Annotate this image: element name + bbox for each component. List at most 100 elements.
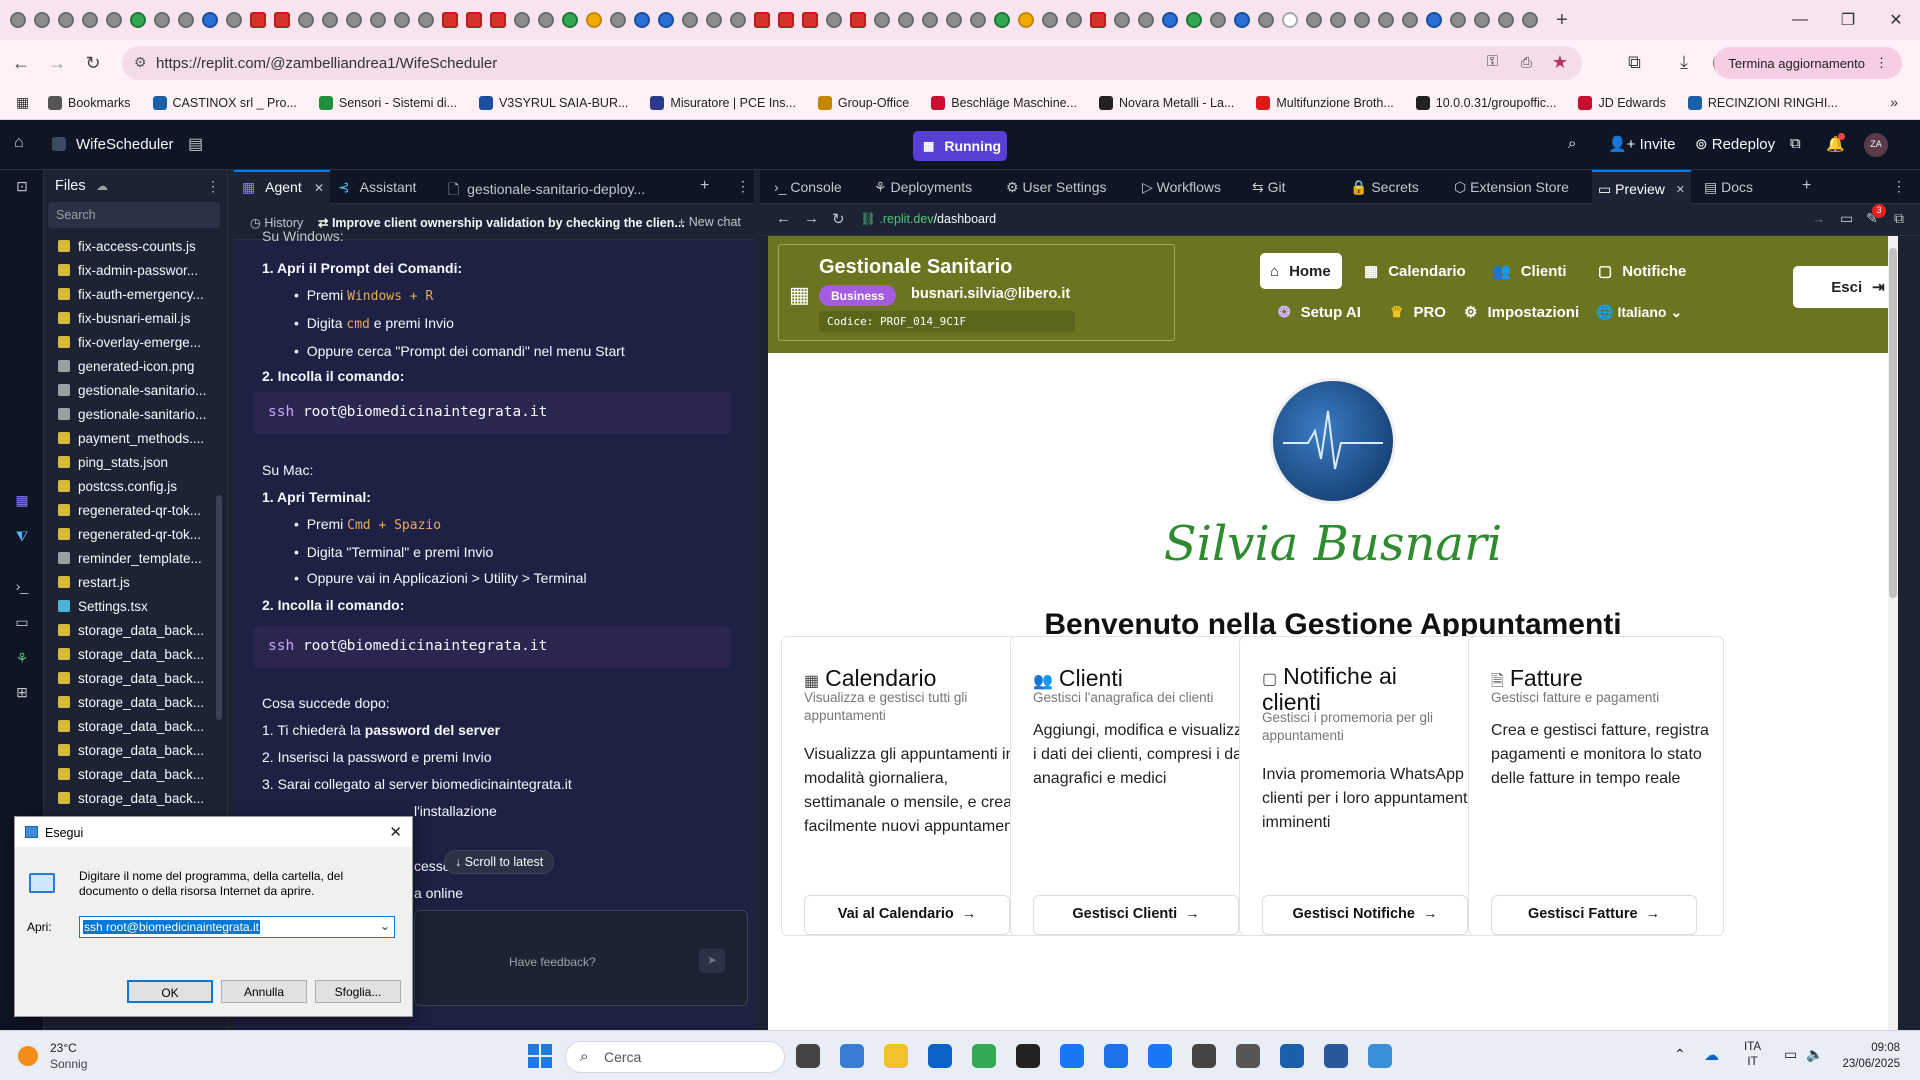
tab-git[interactable]: ⇆ Git <box>1252 179 1286 196</box>
bookmark-item[interactable]: JD Edwards <box>1578 95 1666 110</box>
browser-tab-favicon[interactable] <box>346 12 362 28</box>
browse-button[interactable]: Sfoglia... <box>315 980 401 1003</box>
browser-tab-favicon[interactable] <box>82 12 98 28</box>
app-icon[interactable] <box>840 1044 864 1068</box>
file-viewer-icon[interactable] <box>796 1044 820 1068</box>
browser-tab-favicon[interactable] <box>850 12 866 28</box>
nav-clienti[interactable]: 👥 Clienti <box>1482 253 1577 289</box>
update-button[interactable]: Termina aggiornamento ⋮ <box>1714 47 1902 79</box>
volume-icon[interactable]: 🔈 <box>1806 1046 1823 1063</box>
code-block-mac[interactable]: ssh root@biomedicinaintegrata.it <box>254 626 730 668</box>
open-arrow-icon[interactable]: → <box>1812 211 1825 226</box>
forward-icon[interactable]: → <box>42 53 72 74</box>
start-button[interactable] <box>528 1044 552 1068</box>
browser-tab-favicon[interactable] <box>226 12 242 28</box>
address-bar[interactable]: ⚙ https://replit.com/@zambelliandrea1/Wi… <box>122 46 1582 80</box>
browser-tab-favicon[interactable] <box>1402 12 1418 28</box>
browser-tab-favicon[interactable] <box>106 12 122 28</box>
tab-menu-icon[interactable]: ⋮ <box>736 178 750 195</box>
project-name[interactable]: WifeScheduler <box>76 136 174 153</box>
tab-agent[interactable]: ▦ Agent ✕ <box>234 170 330 204</box>
all-tools-icon[interactable]: ⊞ <box>14 684 30 700</box>
browser-tab-favicon[interactable] <box>1114 12 1130 28</box>
browser-tab-favicon[interactable] <box>1522 12 1538 28</box>
browser-tab-favicon[interactable] <box>706 12 722 28</box>
agent-input-box[interactable]: Have feedback? ➤ <box>414 910 748 1006</box>
files-menu-icon[interactable]: ⋮ <box>206 178 220 195</box>
browser-tab-favicon[interactable] <box>922 12 938 28</box>
bookmark-item[interactable]: Bookmarks <box>48 95 131 110</box>
browser-tab-favicon[interactable] <box>130 12 146 28</box>
browser-tab-favicon[interactable] <box>1186 12 1202 28</box>
downloads-icon[interactable]: ⤓ <box>1680 52 1688 73</box>
tools-menu-icon[interactable]: ⋮ <box>1892 178 1906 195</box>
search-icon[interactable]: ⌕ <box>1568 135 1576 152</box>
close-icon[interactable]: ✕ <box>389 823 402 841</box>
browser-tab-favicon[interactable] <box>1474 12 1490 28</box>
file-item[interactable]: fix-busnari-email.js <box>58 307 218 329</box>
tab-extension-store[interactable]: ⬡ Extension Store <box>1454 179 1569 196</box>
extensions-icon[interactable]: ⧉ <box>1628 52 1641 73</box>
deployments-icon[interactable]: ⚘ <box>14 650 30 666</box>
browser-tab-favicon[interactable] <box>802 12 818 28</box>
files-scrollbar[interactable] <box>216 495 222 720</box>
browser-tab-favicon[interactable] <box>1426 12 1442 28</box>
tray-chevron-icon[interactable]: ⌃ <box>1674 1046 1686 1063</box>
file-item[interactable]: storage_data_back... <box>58 619 218 641</box>
file-item[interactable]: gestionale-sanitario... <box>58 403 218 425</box>
nav-calendario[interactable]: ▦ Calendario <box>1354 253 1476 289</box>
file-item[interactable]: Settings.tsx <box>58 595 218 617</box>
card-action-button[interactable]: Gestisci Notifiche → <box>1262 895 1468 935</box>
browser-tab-favicon[interactable] <box>1138 12 1154 28</box>
bookmark-item[interactable]: V3SYRUL SAIA-BUR... <box>478 95 628 110</box>
browser-tab-favicon[interactable] <box>754 12 770 28</box>
browser-tab-favicon[interactable] <box>1066 12 1082 28</box>
browser-tab-favicon[interactable] <box>562 12 578 28</box>
ok-button[interactable]: OK <box>127 980 213 1003</box>
browser-tab-favicon[interactable] <box>610 12 626 28</box>
tab-assistant[interactable]: ⊰ Assistant <box>338 179 416 196</box>
browser-tab-favicon[interactable] <box>394 12 410 28</box>
chevron-down-icon[interactable]: ⌄ <box>380 919 390 933</box>
preview-reload-icon[interactable]: ↻ <box>832 210 845 228</box>
search-app-icon[interactable] <box>1104 1044 1128 1068</box>
tab-console[interactable]: ›_ Console <box>774 179 842 195</box>
file-item[interactable]: restart.js <box>58 571 218 593</box>
new-window-icon[interactable]: ⧉ <box>1894 210 1904 227</box>
browser-tab-favicon[interactable] <box>682 12 698 28</box>
file-item[interactable]: gestionale-sanitario... <box>58 379 218 401</box>
devices-icon[interactable]: ▭ <box>1840 210 1853 227</box>
file-item[interactable]: storage_data_back... <box>58 667 218 689</box>
browser-tab-favicon[interactable] <box>970 12 986 28</box>
scroll-to-latest-button[interactable]: ↓ Scroll to latest <box>444 850 555 874</box>
browser-tab-favicon[interactable] <box>730 12 746 28</box>
browser-tab-favicon[interactable] <box>418 12 434 28</box>
card-action-button[interactable]: Vai al Calendario → <box>804 895 1010 935</box>
preview-back-icon[interactable]: ← <box>776 210 791 227</box>
tab-preview[interactable]: ▭ Preview ✕ <box>1592 170 1691 204</box>
run-status-button[interactable]: ▦ Running <box>913 131 1007 161</box>
run-icon[interactable] <box>1368 1044 1392 1068</box>
file-item[interactable]: storage_data_back... <box>58 643 218 665</box>
facebook-icon[interactable] <box>1148 1044 1172 1068</box>
file-item[interactable]: generated-icon.png <box>58 355 218 377</box>
project-menu-icon[interactable]: ▤ <box>188 134 203 154</box>
bookmark-item[interactable]: 10.0.0.31/groupoffic... <box>1415 95 1556 110</box>
user-avatar[interactable]: ZA <box>1864 133 1888 157</box>
minimize-icon[interactable]: — <box>1776 11 1824 29</box>
add-tool-tab-icon[interactable]: + <box>1802 177 1811 195</box>
browser-tab-favicon[interactable] <box>178 12 194 28</box>
outlook-icon[interactable] <box>928 1044 952 1068</box>
bookmark-item[interactable]: Misuratore | PCE Ins... <box>650 95 796 110</box>
maximize-icon[interactable]: ❐ <box>1824 10 1872 30</box>
home-icon[interactable]: ⌂ <box>14 134 24 152</box>
apps-grid-icon[interactable]: ▦ <box>16 94 29 111</box>
card-action-button[interactable]: Gestisci Clienti → <box>1033 895 1239 935</box>
reload-icon[interactable]: ↻ <box>78 53 108 74</box>
browser-tab-favicon[interactable] <box>1378 12 1394 28</box>
browser-tab-favicon[interactable] <box>202 12 218 28</box>
browser-tab-favicon[interactable] <box>778 12 794 28</box>
browser-tab-favicon[interactable] <box>874 12 890 28</box>
browser-tab-favicon[interactable] <box>1306 12 1322 28</box>
language-selector[interactable]: 🌐 Italiano ⌄ <box>1586 294 1692 330</box>
